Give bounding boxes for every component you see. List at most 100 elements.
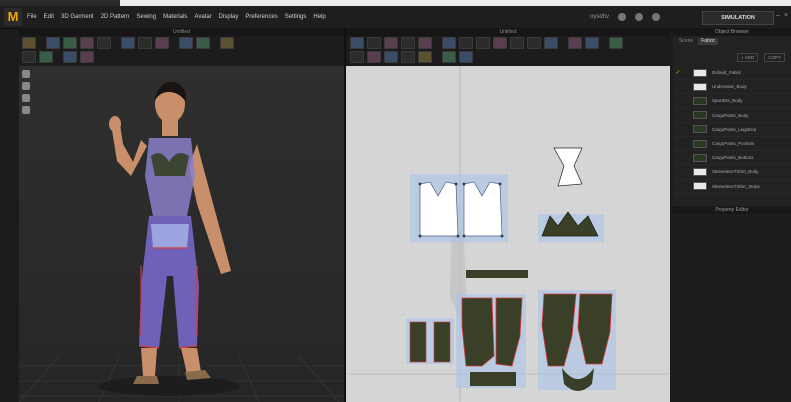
pin-tool-icon[interactable]	[80, 37, 94, 49]
menu-2d-pattern[interactable]: 2D Pattern	[101, 6, 130, 28]
menu-preferences[interactable]: Preferences	[245, 6, 277, 28]
add-point-icon[interactable]	[418, 37, 432, 49]
fabric-list-item[interactable]: SleevelessTShirt_Body	[673, 165, 791, 180]
fabric-swatch	[693, 68, 707, 77]
copy-fabric-button[interactable]: COPY	[764, 53, 785, 62]
texture-tool-icon[interactable]	[22, 51, 36, 63]
tab-scene[interactable]: Scene	[676, 38, 696, 45]
menu-sewing[interactable]: Sewing	[136, 6, 156, 28]
circle-icon[interactable]	[476, 37, 490, 49]
fabric-list-item[interactable]: CargoPants_Body	[673, 109, 791, 123]
fold-arrangement-icon[interactable]	[609, 37, 623, 49]
avatar-tool-icon[interactable]	[220, 37, 234, 49]
user-name[interactable]: oysdhv	[590, 14, 609, 20]
fabric-actions: + ADD COPY	[673, 47, 791, 64]
zipper-tool-icon[interactable]	[179, 37, 193, 49]
menu-materials[interactable]: Materials	[163, 6, 187, 28]
header-tools: oysdhv	[590, 6, 661, 28]
graphic-tool-icon[interactable]	[39, 51, 53, 63]
toolbar-2d-row2	[350, 50, 473, 64]
viewport-2d[interactable]	[346, 66, 670, 402]
segment-sewing-icon[interactable]	[568, 37, 582, 49]
menu-help[interactable]: Help	[313, 6, 325, 28]
edit-pattern-icon[interactable]	[367, 37, 381, 49]
simulation-mode-select[interactable]: SIMULATION	[702, 11, 774, 25]
fabric-list-item[interactable]: SleevelessTShirt_Strips	[673, 180, 791, 194]
property-editor-body	[673, 214, 791, 402]
help-icon[interactable]	[635, 13, 644, 21]
shirt-pieces	[410, 174, 508, 242]
fabric-name: CargoPants_Pockets	[712, 141, 755, 147]
rectangle-icon[interactable]	[459, 37, 473, 49]
fabric-list-item[interactable]: SportBra_Body	[673, 94, 791, 109]
viewport-3d[interactable]	[19, 66, 344, 402]
toolbar-3d-row2	[22, 50, 94, 64]
fabric-list-item[interactable]: CargoPants_Pockets	[673, 137, 791, 152]
settings-icon[interactable]	[618, 13, 627, 21]
view3d-title: Untitled	[19, 28, 344, 36]
binding-icon[interactable]	[384, 51, 398, 63]
arrange-tool-icon[interactable]	[121, 37, 135, 49]
menu-3d-garment[interactable]: 3D Garment	[61, 6, 94, 28]
garment-tool-icon[interactable]	[63, 37, 77, 49]
avatar-display-icon[interactable]	[22, 70, 30, 78]
app-logo: M	[4, 8, 22, 26]
face-display-icon[interactable]	[22, 106, 30, 114]
menu-settings[interactable]: Settings	[285, 6, 307, 28]
select-tool-icon[interactable]	[46, 37, 60, 49]
internal-rectangle-icon[interactable]	[510, 37, 524, 49]
checkmark-icon: ✓	[675, 70, 681, 77]
add-fabric-button[interactable]: + ADD	[737, 53, 759, 62]
transform-tool-icon[interactable]	[63, 51, 77, 63]
tab-fabric[interactable]: Fabric	[698, 38, 719, 45]
dart-icon[interactable]	[544, 37, 558, 49]
simulation-tool-icon[interactable]	[22, 37, 36, 49]
tack-tool-icon[interactable]	[155, 37, 169, 49]
transform-pattern-icon[interactable]	[350, 37, 364, 49]
fabric-swatch	[693, 139, 707, 148]
fabric-name: CargoPants_Body	[712, 112, 749, 118]
free-sewing-icon[interactable]	[585, 37, 599, 49]
minimize-icon[interactable]: –	[776, 12, 784, 20]
fabric-list-item[interactable]: ✓ Default_Fabric	[673, 66, 791, 81]
toolbar-2d-row1	[350, 36, 623, 50]
account-icon[interactable]	[652, 13, 661, 21]
button-tool-icon[interactable]	[196, 37, 210, 49]
measure-tool-icon[interactable]	[138, 37, 152, 49]
fabric-swatch	[693, 153, 707, 162]
pressure-tool-icon[interactable]	[80, 51, 94, 63]
fabric-name: Default_Fabric	[712, 70, 742, 76]
avatar-scene	[19, 66, 344, 402]
annotation-icon[interactable]	[459, 51, 473, 63]
toolbar-3d-row1	[22, 36, 234, 50]
fabric-list-item[interactable]: Underwear_Body	[673, 80, 791, 95]
fabric-name: SleevelessTShirt_Body	[712, 169, 759, 175]
fabric-name: CargoPants_Buttons	[712, 155, 754, 161]
seam-allowance-icon[interactable]	[367, 51, 381, 63]
menu-avatar[interactable]: Avatar	[194, 6, 211, 28]
fabric-name: SportBra_Body	[712, 98, 743, 104]
trace-icon[interactable]	[350, 51, 364, 63]
close-icon[interactable]: ×	[784, 12, 791, 20]
topstitch-icon[interactable]	[401, 51, 415, 63]
polygon-icon[interactable]	[442, 37, 456, 49]
fabric-swatch	[693, 125, 707, 134]
viewport-side-icons	[22, 70, 32, 114]
edit-curvature-icon[interactable]	[384, 37, 398, 49]
fabric-list: ✓ Default_Fabric Underwear_Body SportBra_Bo…	[673, 66, 791, 194]
fabric-name: CargoPants_LegsEnd	[712, 126, 757, 132]
fabric-list-item[interactable]: CargoPants_LegsEnd	[673, 123, 791, 137]
garment-display-icon[interactable]	[22, 82, 30, 90]
menu-edit[interactable]: Edit	[44, 6, 54, 28]
internal-circle-icon[interactable]	[527, 37, 541, 49]
edit-texture-icon[interactable]	[418, 51, 432, 63]
internal-polygon-icon[interactable]	[493, 37, 507, 49]
fabric-name: SleevelessTShirt_Strips	[712, 183, 760, 189]
edit-curve-point-icon[interactable]	[401, 37, 415, 49]
fabric-list-item[interactable]: CargoPants_Buttons	[673, 151, 791, 166]
menu-display[interactable]: Display	[219, 6, 239, 28]
menu-file[interactable]: File	[27, 6, 37, 28]
fold-tool-icon[interactable]	[97, 37, 111, 49]
pattern-display-icon[interactable]	[22, 94, 30, 102]
grading-icon[interactable]	[442, 51, 456, 63]
